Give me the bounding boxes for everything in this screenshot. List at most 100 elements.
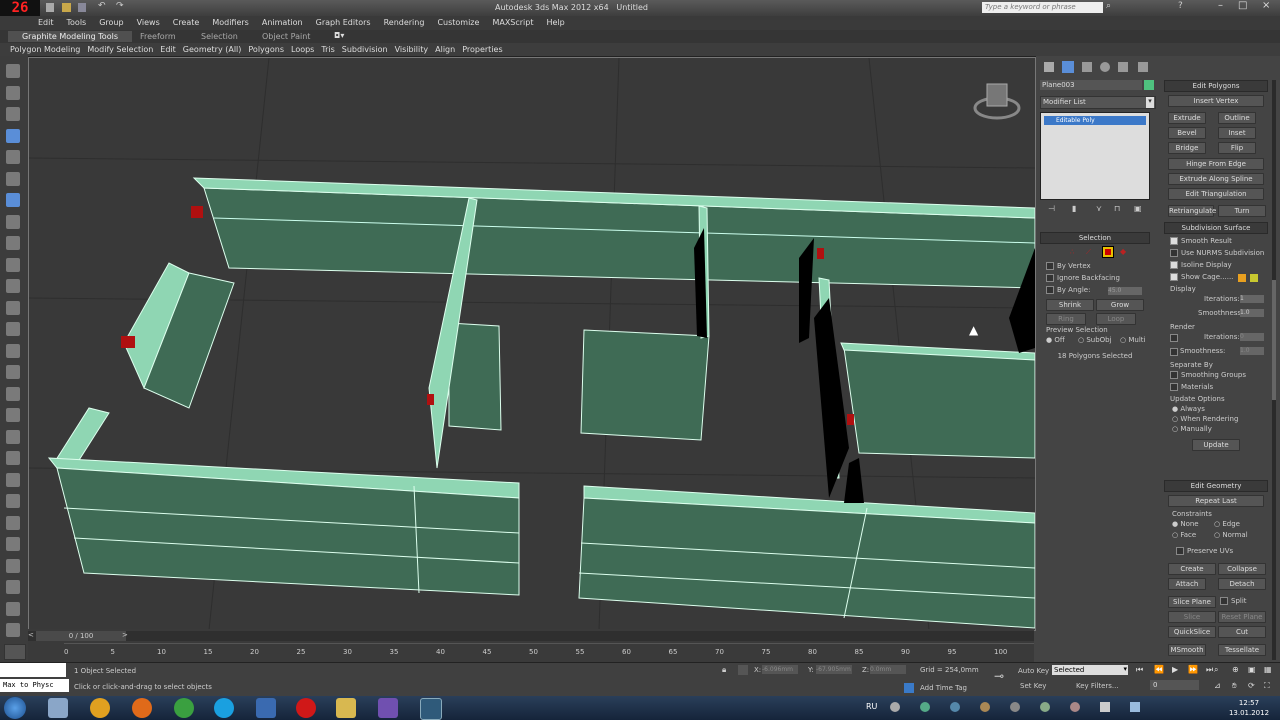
go-to-start-icon[interactable]: ⏮ [1136, 665, 1143, 675]
preserve-uvs-checkbox[interactable] [1176, 547, 1184, 555]
update-button[interactable]: Update [1192, 439, 1240, 451]
previous-frame-icon[interactable]: ⏪ [1154, 665, 1164, 674]
render-smoothness-checkbox[interactable] [1170, 348, 1178, 356]
minimize-icon[interactable]: – [1218, 0, 1223, 11]
zoom-extents-all-icon[interactable]: ▦ [1264, 665, 1272, 674]
menu-item-modifiers[interactable]: Modifiers [212, 18, 249, 27]
maxscript-output[interactable]: Max to Physc [0, 679, 69, 692]
time-next-icon[interactable]: > [122, 631, 128, 639]
track-bar[interactable]: 0 5 10 15 20 25 30 35 40 45 50 55 60 65 70 75 80 85 90 95 10… [64, 643, 1034, 662]
modifier-stack[interactable]: Editable Poly [1040, 112, 1150, 200]
maximize-icon[interactable]: □ [1238, 0, 1247, 11]
taskbar-media-icon[interactable] [378, 698, 398, 718]
menu-item-views[interactable]: Views [137, 18, 160, 27]
tray-icon[interactable] [890, 702, 900, 712]
y-coordinate-field[interactable]: -67.905mm [816, 665, 852, 674]
reset-plane-button[interactable]: Reset Plane [1218, 611, 1266, 623]
ribbon-item-tris[interactable]: Tris [321, 45, 334, 54]
bridge-button[interactable]: Bridge [1168, 142, 1206, 154]
menu-item-maxscript[interactable]: MAXScript [492, 18, 533, 27]
time-slider-thumb[interactable]: 0 / 100 [36, 631, 126, 641]
attach-button[interactable]: Attach [1168, 578, 1206, 590]
object-color-swatch[interactable] [1144, 80, 1154, 90]
edit-polygons-header[interactable]: Edit Polygons [1164, 80, 1268, 92]
render-frame-icon[interactable] [6, 623, 20, 637]
ring-button[interactable]: Ring [1046, 313, 1086, 325]
taskbar-skype-icon[interactable] [214, 698, 234, 718]
ribbon-item-modify-selection[interactable]: Modify Selection [87, 45, 153, 54]
ribbon-item-subdivision[interactable]: Subdivision [342, 45, 388, 54]
hinge-from-edge-button[interactable]: Hinge From Edge [1168, 158, 1264, 170]
grow-button[interactable]: Grow [1096, 299, 1144, 311]
pivot-icon[interactable] [6, 300, 20, 315]
edit-triangulation-button[interactable]: Edit Triangulation [1168, 188, 1264, 200]
stack-item-editable-poly[interactable]: Editable Poly [1044, 116, 1146, 125]
menu-item-create[interactable]: Create [173, 18, 200, 27]
reference-coordinate-icon[interactable] [6, 279, 20, 293]
show-cage-checkbox[interactable] [1170, 273, 1178, 281]
maxscript-listener[interactable] [0, 663, 66, 677]
create-button[interactable]: Create [1168, 563, 1216, 575]
show-end-result-icon[interactable]: ▮ [1072, 204, 1076, 213]
pan-icon[interactable]: ✋︎ [1232, 681, 1237, 691]
move-icon[interactable] [6, 214, 20, 229]
slice-plane-button[interactable]: Slice Plane [1168, 596, 1216, 608]
retriangulate-button[interactable]: Retriangulate [1168, 205, 1216, 217]
configure-modifier-icon[interactable]: ▣ [1134, 204, 1142, 213]
snap-icon[interactable] [6, 343, 20, 358]
inset-button[interactable]: Inset [1218, 127, 1256, 139]
constraint-none-radio[interactable]: ● None [1172, 520, 1199, 528]
redo-icon[interactable]: ↷ [116, 1, 124, 11]
turn-button[interactable]: Turn [1218, 205, 1266, 217]
z-coordinate-field[interactable]: 0.0mm [870, 665, 906, 674]
by-vertex-checkbox[interactable] [1046, 262, 1054, 270]
auto-key-button[interactable]: Auto Key [1018, 667, 1049, 675]
help-icon[interactable]: ? [1178, 1, 1183, 11]
ribbon-item-edit[interactable]: Edit [160, 45, 176, 54]
tray-icon[interactable] [1010, 702, 1020, 712]
key-filters-button[interactable]: Key Filters... [1076, 682, 1119, 690]
hierarchy-tab-icon[interactable] [1082, 62, 1092, 72]
taskbar-firefox-icon[interactable] [132, 698, 152, 718]
constraint-normal-radio[interactable]: ○ Normal [1214, 531, 1248, 539]
start-button[interactable] [4, 697, 26, 719]
extrude-along-spline-button[interactable]: Extrude Along Spline [1168, 173, 1264, 185]
selection-header[interactable]: Selection [1040, 232, 1150, 244]
render-iterations-spinner[interactable]: 0 [1240, 333, 1264, 341]
absolute-mode-icon[interactable] [738, 665, 748, 675]
ribbon-item-polygons[interactable]: Polygons [248, 45, 284, 54]
cage-color-swatch[interactable] [1238, 274, 1246, 282]
layer-manager-icon[interactable] [6, 494, 20, 508]
nurms-checkbox[interactable] [1170, 249, 1178, 257]
schematic-view-icon[interactable] [6, 558, 20, 573]
language-indicator[interactable]: RU [866, 702, 877, 711]
pin-stack-icon[interactable]: ⊣ [1048, 204, 1055, 213]
save-file-icon[interactable] [78, 3, 86, 12]
menu-item-rendering[interactable]: Rendering [384, 18, 425, 27]
material-editor-icon[interactable] [6, 580, 20, 594]
zoom-all-icon[interactable]: ⊕ [1232, 665, 1239, 674]
zoom-icon[interactable]: ⌕ [1214, 665, 1218, 675]
select-object-icon[interactable] [6, 128, 20, 143]
unlink-icon[interactable] [6, 85, 20, 100]
taskbar-mail-icon[interactable] [256, 698, 276, 718]
search-input[interactable]: Type a keyword or phrase [982, 2, 1103, 13]
polygon-mode-icon[interactable] [1102, 246, 1114, 258]
rectangular-selection-icon[interactable] [6, 171, 20, 186]
constraint-face-radio[interactable]: ○ Face [1172, 531, 1196, 539]
spinner-snap-icon[interactable] [6, 408, 20, 422]
cage-selected-color-swatch[interactable] [1250, 274, 1258, 282]
edit-geometry-header[interactable]: Edit Geometry [1164, 480, 1268, 492]
subdivision-header[interactable]: Subdivision Surface [1164, 222, 1268, 234]
viewcube-icon[interactable] [973, 83, 1021, 120]
tray-icon[interactable] [1070, 702, 1080, 712]
tessellate-button[interactable]: Tessellate [1218, 644, 1266, 656]
orbit-icon[interactable]: ⟳ [1248, 681, 1255, 690]
smooth-result-checkbox[interactable] [1170, 237, 1178, 245]
vertex-mode-icon[interactable]: ∴ [1070, 248, 1074, 256]
taskbar-app-icon[interactable] [174, 698, 194, 718]
current-frame-field[interactable]: 0 [1150, 680, 1199, 690]
rotate-icon[interactable] [6, 236, 20, 250]
time-slider[interactable]: 0 / 100 < > [28, 631, 1034, 641]
menu-item-group[interactable]: Group [99, 18, 123, 27]
